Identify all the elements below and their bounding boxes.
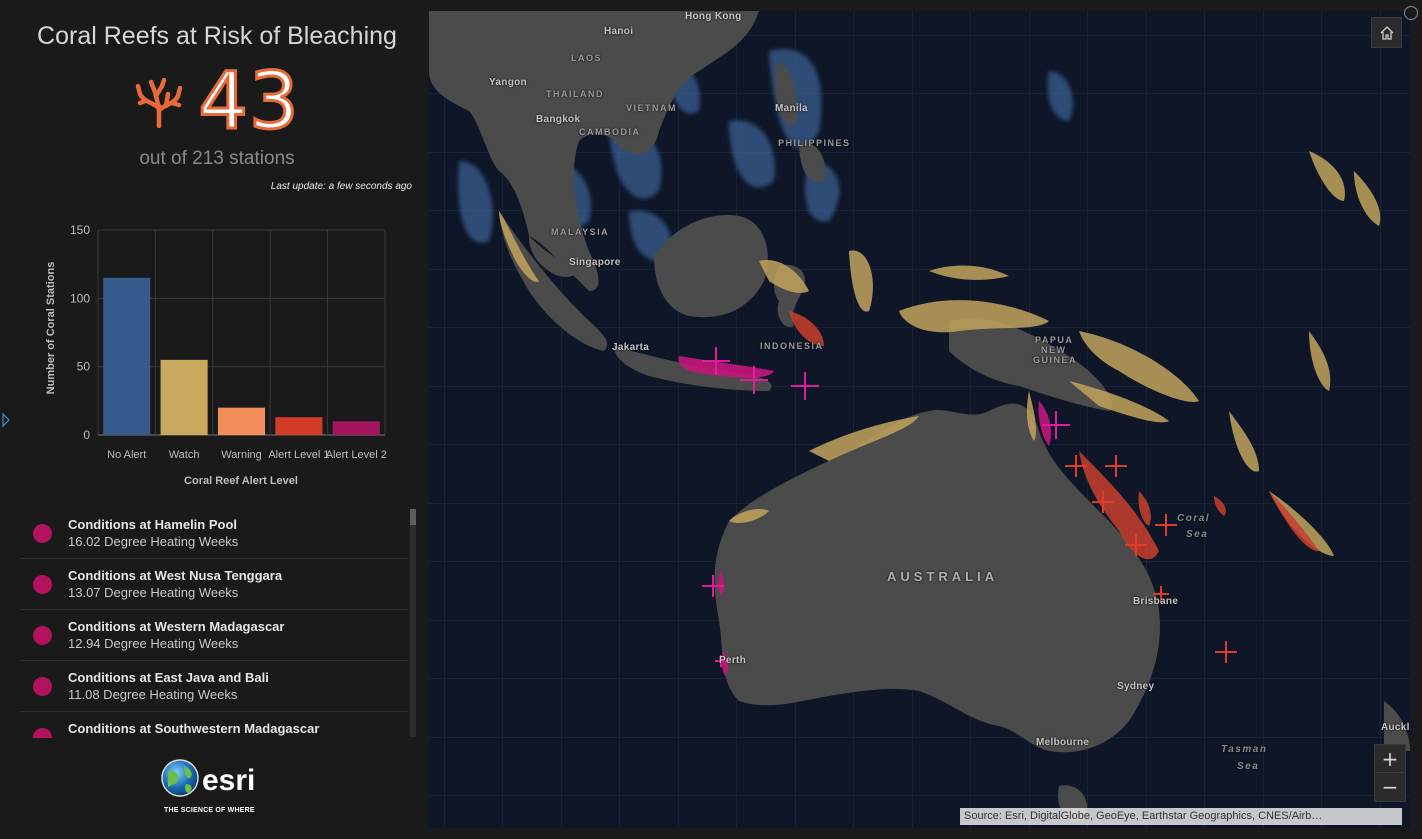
map-label-thailand: THAILAND <box>546 89 604 99</box>
chart-y-label: Number of Coral Stations <box>45 262 57 395</box>
chart-x-tick-label: Warning <box>221 449 262 461</box>
chart-y-tick-label: 150 <box>70 223 90 237</box>
list-item-value: 13.07 Degree Heating Weeks <box>68 585 239 600</box>
chart-x-ticks: No Alert Watch Warning Alert Level 1Alert L… <box>107 449 387 461</box>
map-label-vietnam: VIETNAM <box>626 103 677 113</box>
alert-dot-icon <box>33 524 52 543</box>
list-item[interactable]: Conditions at East Java and Bali 11.08 De… <box>20 661 408 712</box>
list-item-title: Conditions at East Java and Bali <box>68 670 269 685</box>
map-label-auckland: Auckl <box>1381 722 1410 733</box>
alert-dot-icon <box>33 626 52 645</box>
chart-y-ticks: 0 50 100 150 <box>70 223 90 442</box>
list-item-text: Conditions at East Java and Bali 11.08 De… <box>68 670 269 703</box>
list-item-title: Conditions at Hamelin Pool <box>68 517 238 532</box>
chart-x-label: Coral Reef Alert Level <box>184 475 298 487</box>
map-label-hong-kong: Hong Kong <box>685 11 742 22</box>
chart-y-tick-label: 50 <box>77 360 91 374</box>
list-scrollbar[interactable] <box>410 509 416 737</box>
map-view[interactable]: Hong Kong Hanoi LAOS Yangon THAILAND VIE… <box>429 11 1410 828</box>
map-label-sydney: Sydney <box>1117 681 1155 692</box>
chart-x-tick-label: Alert Level 1 <box>268 449 329 461</box>
map-label-coral-sea-2: Sea <box>1186 529 1209 540</box>
map-label-cambodia: CAMBODIA <box>579 127 641 137</box>
zoom-out-button[interactable]: − <box>1375 773 1405 801</box>
map-label-australia: AUSTRALIA <box>887 569 999 584</box>
map-label-philippines: PHILIPPINES <box>778 138 851 148</box>
chart-bar[interactable] <box>103 277 151 435</box>
chart-bar[interactable] <box>217 407 266 435</box>
esri-tagline: THE SCIENCE OF WHERE <box>164 807 255 814</box>
list-item-text: Conditions at Western Madagascar 12.94 De… <box>68 619 284 652</box>
map-label-indonesia: INDONESIA <box>760 341 824 351</box>
coral-icon <box>136 77 183 128</box>
chart-bars <box>103 277 380 435</box>
count-indicator: 43 <box>0 57 434 147</box>
map-label-singapore: Singapore <box>569 257 621 268</box>
last-update: Last update: a few seconds ago <box>271 181 412 192</box>
home-button[interactable] <box>1371 17 1402 48</box>
alert-dot-icon <box>33 677 52 696</box>
map-attribution[interactable]: Source: Esri, DigitalGlobe, GeoEye, Eart… <box>960 808 1402 825</box>
fullscreen-icon[interactable] <box>1404 6 1418 20</box>
chart-bar[interactable] <box>332 421 380 435</box>
list-item[interactable]: Conditions at West Nusa Tenggara 13.07 De… <box>20 559 408 610</box>
map-label-brisbane: Brisbane <box>1133 596 1179 607</box>
chart-bar[interactable] <box>160 359 208 435</box>
expand-panel-icon[interactable] <box>1 412 11 428</box>
at-risk-count: 43 <box>197 57 300 147</box>
alert-dot-icon <box>33 728 52 738</box>
list-item-text: Conditions at Hamelin Pool 16.02 Degree H… <box>68 517 238 550</box>
map-label-guinea: GUINEA <box>1033 355 1078 365</box>
last-update-label: Last update: <box>270 181 326 192</box>
side-panel: Coral Reefs at Risk of Bleaching 43 out … <box>0 0 428 839</box>
map-label-bangkok: Bangkok <box>536 114 581 125</box>
list-item-value: 12.94 Degree Heating Weeks <box>68 636 239 651</box>
chart-x-tick-label: Watch <box>169 449 200 461</box>
map-label-new: NEW <box>1041 345 1067 355</box>
esri-logo: esri THE SCIENCE OF WHERE <box>161 759 255 814</box>
esri-wordmark: esri <box>202 764 255 797</box>
list-item-title: Conditions at West Nusa Tenggara <box>68 568 283 583</box>
map-label-hanoi: Hanoi <box>604 26 634 37</box>
chart-y-tick-label: 0 <box>83 428 90 442</box>
list-item-text: Conditions at Southwestern Madagascar <box>68 721 319 737</box>
list-item[interactable]: Conditions at Southwestern Madagascar <box>20 712 408 738</box>
chart-x-tick-label: No Alert <box>107 449 146 461</box>
zoom-in-button[interactable]: + <box>1375 745 1405 773</box>
map-label-yangon: Yangon <box>489 77 527 88</box>
list-item-title: Conditions at Western Madagascar <box>68 619 285 634</box>
list-item-title: Conditions at Southwestern Madagascar <box>68 721 320 736</box>
home-icon <box>1380 25 1393 40</box>
map-label-coral-sea-1: Coral <box>1177 513 1211 524</box>
chart-y-tick-label: 100 <box>70 291 90 305</box>
list-item-value: 16.02 Degree Heating Weeks <box>68 534 239 549</box>
alert-level-chart: 0 50 100 150 No Alert Watch Warning Alert Leve… <box>45 223 387 487</box>
alert-dot-icon <box>33 575 52 594</box>
dashboard: Coral Reefs at Risk of Bleaching 43 out … <box>0 0 1422 839</box>
basemap[interactable] <box>429 11 1410 828</box>
map-label-melbourne: Melbourne <box>1036 737 1090 748</box>
map-label-tasman-1: Tasman <box>1221 744 1268 755</box>
list-item[interactable]: Conditions at Hamelin Pool 16.02 Degree H… <box>20 508 408 559</box>
map-label-jakarta: Jakarta <box>612 342 650 353</box>
zoom-control: + − <box>1374 744 1406 802</box>
list-scroll-thumb[interactable] <box>410 509 416 525</box>
panel-title: Coral Reefs at Risk of Bleaching <box>37 22 397 50</box>
chart-bar[interactable] <box>275 417 323 435</box>
stations-total: out of 213 stations <box>139 148 295 169</box>
station-list: Conditions at Hamelin Pool 16.02 Degree H… <box>20 508 408 738</box>
map-label-papua: PAPUA <box>1035 335 1074 345</box>
list-item-text: Conditions at West Nusa Tenggara 13.07 De… <box>68 568 282 601</box>
map-label-malaysia: MALAYSIA <box>551 227 610 237</box>
map-label-laos: LAOS <box>571 53 603 63</box>
list-item[interactable]: Conditions at Western Madagascar 12.94 De… <box>20 610 408 661</box>
last-update-value: a few seconds ago <box>328 181 412 192</box>
map-label-perth: Perth <box>719 655 747 666</box>
map-label-manila: Manila <box>775 103 808 114</box>
map-label-tasman-2: Sea <box>1237 761 1260 772</box>
list-item-value: 11.08 Degree Heating Weeks <box>68 687 238 702</box>
chart-x-tick-label: Alert Level 2 <box>326 449 387 461</box>
